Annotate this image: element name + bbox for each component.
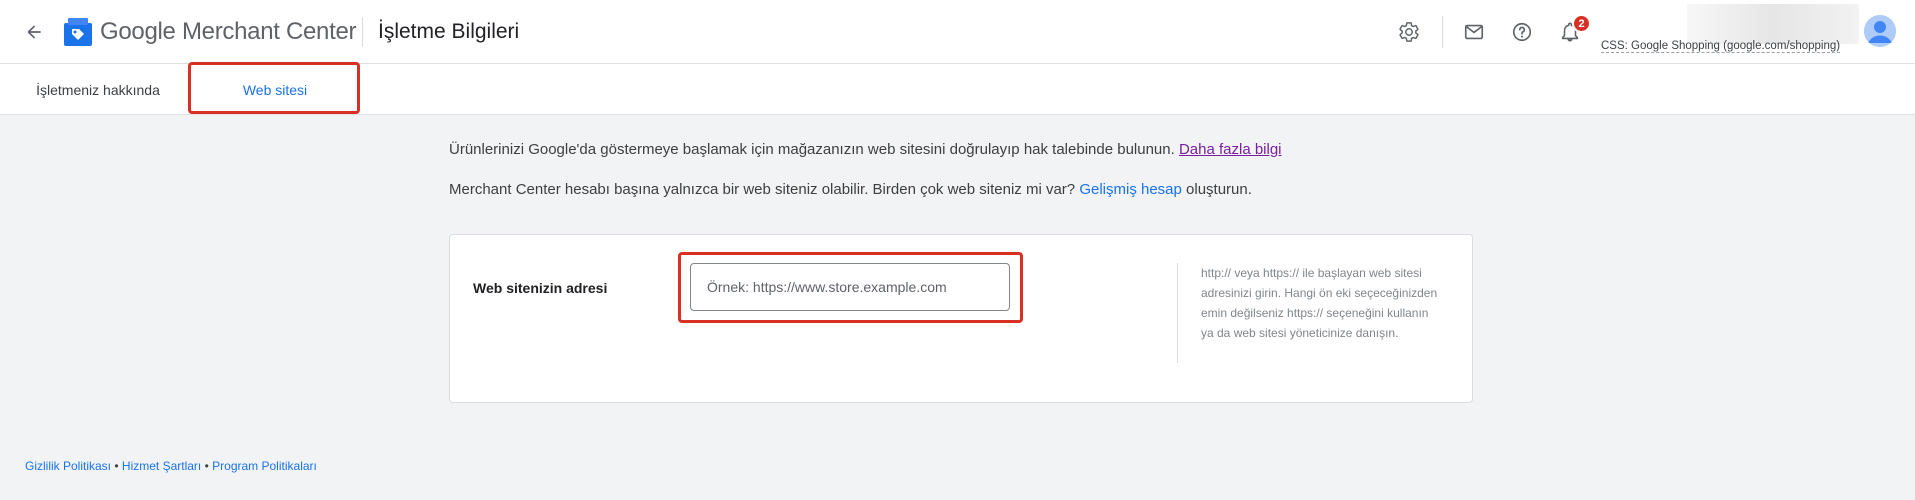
website-card: Web sitenizin adresi http:// veya https:… [449, 234, 1473, 403]
footer-separator: • [204, 459, 209, 473]
help-divider [1177, 263, 1178, 363]
back-arrow-icon[interactable] [20, 18, 48, 46]
privacy-policy-link[interactable]: Gizlilik Politikası [25, 459, 111, 473]
top-app-bar: Google Merchant Center İşletme Bilgileri… [0, 0, 1915, 64]
page-title: İşletme Bilgileri [378, 20, 520, 43]
brand-google: Google [100, 18, 176, 45]
website-address-label: Web sitenizin adresi [473, 280, 608, 296]
footer-separator: • [114, 459, 119, 473]
program-policies-link[interactable]: Program Politikaları [212, 459, 317, 473]
avatar[interactable] [1864, 15, 1896, 47]
header-divider [362, 17, 363, 47]
account-css-label[interactable]: CSS: Google Shopping (google.com/shoppin… [1601, 40, 1841, 53]
footer-links: Gizlilik Politikası • Hizmet Şartları • … [25, 459, 317, 473]
brand-product: Merchant Center [181, 18, 357, 45]
brand-name: Google Merchant Center [100, 18, 357, 46]
header-icons-divider [1442, 16, 1443, 48]
learn-more-link[interactable]: Daha fazla bilgi [1179, 141, 1282, 158]
account-name-redacted [1687, 4, 1859, 44]
intro-text-1: Ürünlerinizi Google'da göstermeye başlam… [449, 141, 1175, 158]
advanced-account-link[interactable]: Gelişmiş hesap [1079, 181, 1182, 198]
intro-text-2-end: oluşturun. [1186, 181, 1252, 198]
settings-icon[interactable] [1395, 18, 1423, 46]
intro-text-2: Merchant Center hesabı başına yalnızca b… [449, 181, 1076, 198]
tab-bar: İşletmeniz hakkında Web sitesi [0, 64, 1915, 115]
notification-badge: 2 [1572, 14, 1591, 33]
website-help-text: http:// veya https:// ile başlayan web s… [1201, 266, 1438, 340]
intro-line-2: Merchant Center hesabı başına yalnızca b… [449, 181, 1252, 198]
intro-line-1: Ürünlerinizi Google'da göstermeye başlam… [449, 141, 1282, 158]
website-url-input[interactable] [690, 263, 1010, 311]
tab-about-business[interactable]: İşletmeniz hakkında [16, 64, 180, 115]
merchant-center-logo[interactable] [63, 17, 93, 47]
mail-icon[interactable] [1460, 18, 1488, 46]
tab-website[interactable]: Web sitesi [190, 64, 360, 115]
help-icon[interactable] [1508, 18, 1536, 46]
terms-of-service-link[interactable]: Hizmet Şartları [122, 459, 201, 473]
